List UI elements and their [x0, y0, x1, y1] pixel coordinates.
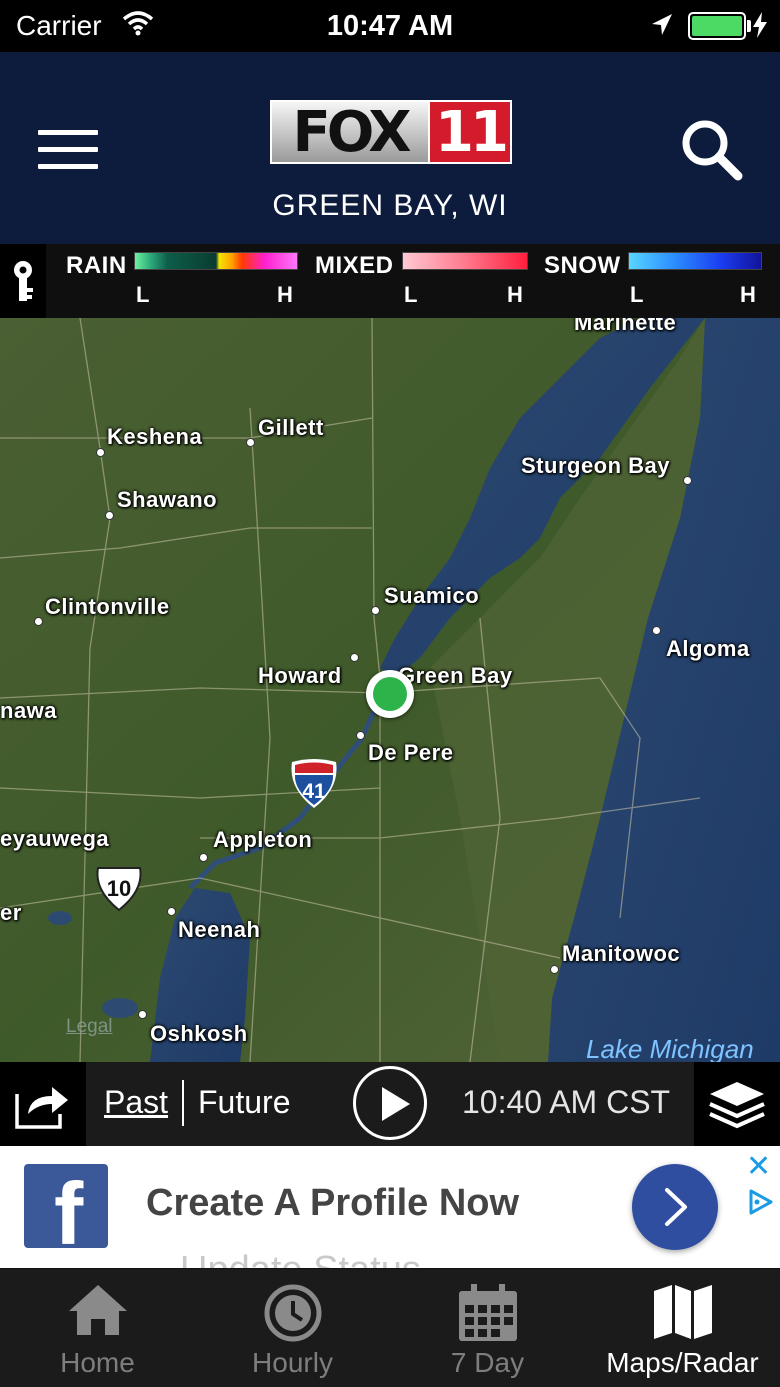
location-arrow-icon	[650, 12, 674, 43]
bottom-tab-bar: Home Hourly 7 Day Maps/Radar	[0, 1268, 780, 1387]
facebook-icon[interactable]: f	[24, 1164, 108, 1248]
legend-snow-bar	[628, 252, 762, 270]
legend-mixed-label: MIXED	[315, 252, 394, 279]
city-dot	[652, 626, 661, 635]
play-icon[interactable]	[353, 1066, 427, 1140]
city-dot	[356, 731, 365, 740]
map-icon	[585, 1283, 780, 1347]
city-dot	[199, 853, 208, 862]
legend-snow-low: L	[630, 282, 644, 307]
app-header: FOX 11 GREEN BAY, WI	[0, 52, 780, 244]
logo-number: 11	[430, 100, 512, 165]
city-dot	[34, 617, 43, 626]
status-bar: Carrier 10:47 AM	[0, 0, 780, 52]
legend-mixed-high: H	[507, 282, 523, 307]
legend-rain-bar	[134, 252, 298, 270]
share-icon[interactable]	[0, 1062, 86, 1146]
city-dot	[371, 606, 380, 615]
legal-link[interactable]: Legal	[66, 1016, 113, 1038]
city-label: Appleton	[213, 827, 313, 852]
city-label: Suamico	[384, 583, 480, 608]
home-icon	[0, 1283, 195, 1347]
city-label: Oshkosh	[150, 1021, 248, 1046]
city-label: De Pere	[368, 740, 454, 765]
layers-icon[interactable]	[694, 1062, 780, 1146]
city-label: Green Bay	[398, 663, 513, 688]
city-dot	[246, 438, 255, 447]
adchoices-icon[interactable]	[746, 1188, 774, 1221]
tab-label: Hourly	[252, 1347, 333, 1378]
city-label: Neenah	[178, 917, 261, 942]
current-location-marker[interactable]	[366, 670, 414, 718]
city-label: Algoma	[666, 636, 750, 661]
city-dot	[167, 907, 176, 916]
tab-future[interactable]: Future	[198, 1084, 290, 1121]
interstate-shield: 41	[288, 758, 340, 810]
hamburger-icon[interactable]	[38, 130, 98, 170]
radar-map[interactable]: Marinette Keshena Gillett Sturgeon Bay S…	[0, 318, 780, 1062]
calendar-icon	[390, 1283, 585, 1347]
ad-ghost-text: Update Status	[180, 1250, 421, 1268]
city-dot	[350, 653, 359, 662]
tab-hourly[interactable]: Hourly	[195, 1269, 390, 1387]
legend-snow-high: H	[740, 282, 756, 307]
search-icon[interactable]	[680, 118, 744, 182]
city-label: Clintonville	[45, 594, 170, 619]
tab-divider	[182, 1080, 184, 1126]
facebook-logo-letter: f	[54, 1164, 84, 1249]
tab-maps-radar[interactable]: Maps/Radar	[585, 1269, 780, 1387]
legend-rain-low: L	[136, 282, 150, 307]
water-label: Lake Michigan	[586, 1034, 754, 1062]
legend-mixed-bar	[402, 252, 528, 270]
city-label: Howard	[258, 663, 342, 688]
key-icon[interactable]	[0, 244, 46, 318]
close-icon[interactable]: ✕	[746, 1152, 771, 1182]
battery-tip	[747, 20, 751, 32]
interstate-shield-number: 41	[302, 780, 326, 803]
city-label: Manitowoc	[562, 941, 681, 966]
city-dot	[138, 1010, 147, 1019]
city-label: nawa	[0, 698, 58, 723]
location-title[interactable]: GREEN BAY, WI	[0, 189, 780, 223]
clock-icon	[195, 1283, 390, 1347]
legend-rain-high: H	[277, 282, 293, 307]
tab-label: 7 Day	[450, 1347, 525, 1378]
frame-timestamp: 10:40 AM CST	[462, 1084, 671, 1120]
tab-home[interactable]: Home	[0, 1269, 195, 1387]
city-label: Sturgeon Bay	[521, 453, 671, 478]
ad-banner[interactable]: f Create A Profile Now ✕ Update Status	[0, 1146, 780, 1268]
precip-legend: RAIN L H MIXED L H SNOW L H	[0, 244, 780, 318]
city-dot	[683, 476, 692, 485]
city-label: er	[0, 900, 22, 925]
city-label: Keshena	[107, 424, 203, 449]
tab-7-day[interactable]: 7 Day	[390, 1269, 585, 1387]
ad-headline[interactable]: Create A Profile Now	[146, 1182, 519, 1225]
us-route-shield-number: 10	[107, 876, 131, 901]
legend-mixed-low: L	[404, 282, 418, 307]
city-dot	[105, 511, 114, 520]
tab-label: Maps/Radar	[606, 1347, 759, 1378]
radar-playback-bar: Past Future 10:40 AM CST	[0, 1062, 780, 1146]
city-label: Gillett	[258, 415, 324, 440]
charging-bolt-icon	[752, 12, 768, 43]
city-dot	[96, 448, 105, 457]
logo-fox: FOX	[270, 100, 430, 165]
legend-rain-label: RAIN	[66, 252, 127, 279]
us-route-shield: 10	[94, 866, 144, 912]
city-label: Marinette	[574, 318, 677, 335]
tab-label: Home	[60, 1347, 135, 1378]
legend-snow-label: SNOW	[544, 252, 621, 279]
city-label: eyauwega	[0, 826, 110, 851]
fox11-logo: FOX 11	[270, 100, 512, 165]
city-dot	[550, 965, 559, 974]
battery-icon	[688, 12, 746, 40]
tab-past[interactable]: Past	[104, 1084, 168, 1121]
city-label: Shawano	[117, 487, 218, 512]
chevron-right-icon[interactable]	[632, 1164, 718, 1250]
